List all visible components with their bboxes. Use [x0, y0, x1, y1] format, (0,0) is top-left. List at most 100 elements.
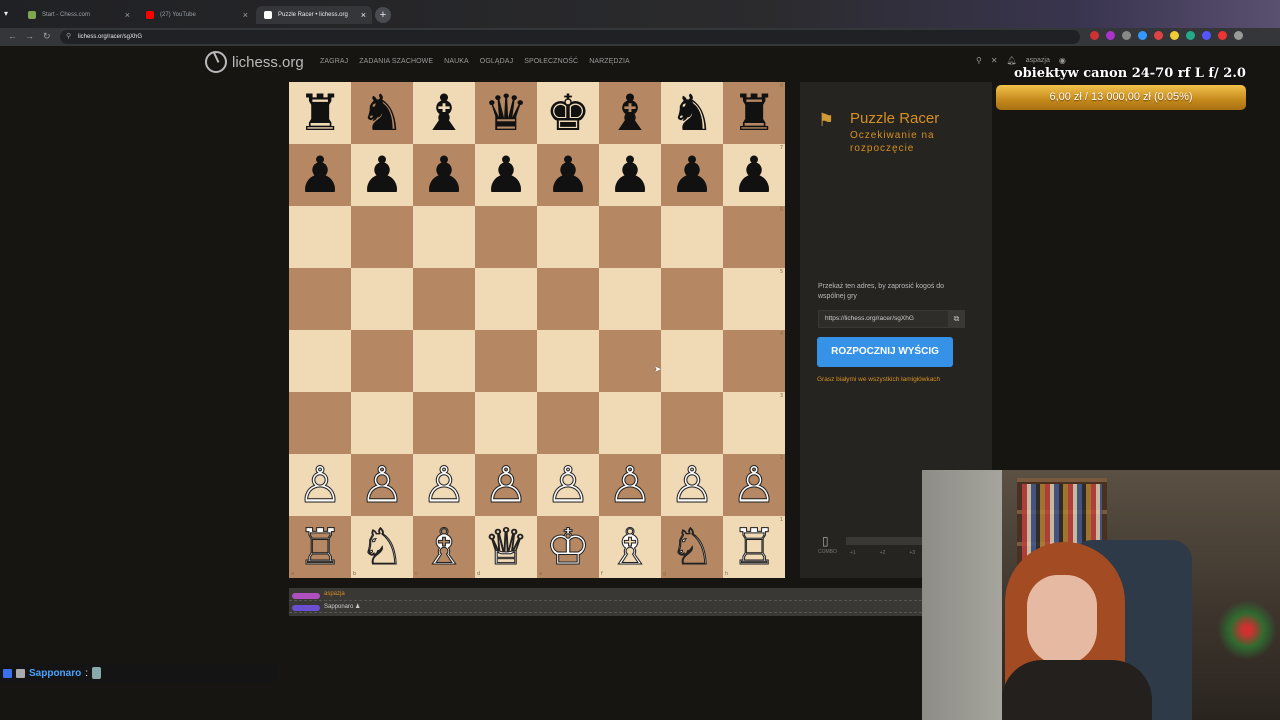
nav-play[interactable]: ZAGRAJ	[320, 58, 348, 65]
black-piece[interactable]: ♟	[546, 150, 591, 200]
nav-watch[interactable]: OGLĄDAJ	[480, 58, 513, 65]
white-piece[interactable]: ♙	[669, 460, 715, 511]
extension-icon[interactable]	[1234, 31, 1243, 40]
close-tab-icon[interactable]: ×	[125, 6, 130, 24]
square-b4[interactable]	[351, 330, 413, 392]
black-piece[interactable]: ♝	[422, 88, 467, 138]
white-piece[interactable]: ♙	[359, 460, 405, 511]
square-d7[interactable]: ♟	[475, 144, 537, 206]
square-b6[interactable]	[351, 206, 413, 268]
white-piece[interactable]: ♖	[297, 522, 343, 573]
square-e3[interactable]	[537, 392, 599, 454]
square-e7[interactable]: ♟	[537, 144, 599, 206]
square-a6[interactable]	[289, 206, 351, 268]
extension-icon[interactable]	[1090, 31, 1099, 40]
square-h4[interactable]: 4	[723, 330, 785, 392]
extension-icon[interactable]	[1138, 31, 1147, 40]
white-piece[interactable]: ♙	[483, 460, 529, 511]
square-b7[interactable]: ♟	[351, 144, 413, 206]
start-race-button[interactable]: ROZPOCZNIJ WYŚCIG	[817, 337, 953, 367]
black-piece[interactable]: ♟	[422, 150, 467, 200]
square-h2[interactable]: ♙ 2	[723, 454, 785, 516]
site-logo[interactable]: lichess.org	[205, 51, 304, 73]
square-g2[interactable]: ♙	[661, 454, 723, 516]
white-piece[interactable]: ♘	[669, 522, 715, 573]
close-icon[interactable]: ✕	[991, 56, 998, 65]
square-g5[interactable]	[661, 268, 723, 330]
square-d1[interactable]: ♕ d	[475, 516, 537, 578]
black-piece[interactable]: ♞	[670, 88, 715, 138]
site-info-icon[interactable]: ⚲	[66, 30, 71, 44]
square-f8[interactable]: ♝	[599, 82, 661, 144]
square-f2[interactable]: ♙	[599, 454, 661, 516]
square-a5[interactable]	[289, 268, 351, 330]
square-c4[interactable]	[413, 330, 475, 392]
square-b1[interactable]: ♘ b	[351, 516, 413, 578]
extension-icon[interactable]	[1202, 31, 1211, 40]
square-a2[interactable]: ♙	[289, 454, 351, 516]
black-piece[interactable]: ♛	[484, 88, 529, 138]
square-h7[interactable]: ♟ 7	[723, 144, 785, 206]
square-h8[interactable]: ♜ 8	[723, 82, 785, 144]
square-h3[interactable]: 3	[723, 392, 785, 454]
black-piece[interactable]: ♞	[360, 88, 405, 138]
nav-puzzles[interactable]: ZADANIA SZACHOWE	[359, 58, 433, 65]
white-piece[interactable]: ♙	[297, 460, 343, 511]
square-g4[interactable]	[661, 330, 723, 392]
square-g1[interactable]: ♘ g	[661, 516, 723, 578]
black-piece[interactable]: ♜	[732, 88, 777, 138]
square-c7[interactable]: ♟	[413, 144, 475, 206]
white-piece[interactable]: ♕	[483, 522, 529, 573]
forward-icon[interactable]: →	[25, 31, 34, 41]
square-a1[interactable]: ♖ a	[289, 516, 351, 578]
square-e2[interactable]: ♙	[537, 454, 599, 516]
square-a7[interactable]: ♟	[289, 144, 351, 206]
address-bar[interactable]: ⚲ lichess.org/racer/sgXhG	[60, 30, 1080, 44]
square-e8[interactable]: ♚	[537, 82, 599, 144]
square-e6[interactable]	[537, 206, 599, 268]
white-piece[interactable]: ♗	[421, 522, 467, 573]
white-piece[interactable]: ♖	[731, 522, 777, 573]
extension-icon[interactable]	[1170, 31, 1179, 40]
square-a3[interactable]	[289, 392, 351, 454]
square-d6[interactable]	[475, 206, 537, 268]
reload-icon[interactable]: ↻	[43, 31, 51, 42]
black-piece[interactable]: ♚	[546, 88, 591, 138]
square-e5[interactable]	[537, 268, 599, 330]
close-tab-icon[interactable]: ×	[361, 6, 366, 24]
invite-url-field[interactable]: https://lichess.org/racer/sgXhG	[818, 310, 949, 328]
square-c8[interactable]: ♝	[413, 82, 475, 144]
square-a4[interactable]	[289, 330, 351, 392]
extension-icon[interactable]	[1122, 31, 1131, 40]
square-d4[interactable]	[475, 330, 537, 392]
square-h5[interactable]: 5	[723, 268, 785, 330]
close-tab-icon[interactable]: ×	[243, 6, 248, 24]
white-piece[interactable]: ♙	[545, 460, 591, 511]
square-d8[interactable]: ♛	[475, 82, 537, 144]
square-b8[interactable]: ♞	[351, 82, 413, 144]
nav-community[interactable]: SPOŁECZNOŚĆ	[524, 58, 578, 65]
black-piece[interactable]: ♟	[608, 150, 653, 200]
black-piece[interactable]: ♟	[670, 150, 715, 200]
black-piece[interactable]: ♟	[298, 150, 343, 200]
chess-board[interactable]: ♜ ♞ ♝ ♛ ♚ ♝ ♞ ♜ 8 ♟ ♟ ♟ ♟ ♟ ♟ ♟ ♟ 7 6 5 4 3 ♙ ♙ ♙ ♙ ♙ ♙ ♙ ♙ 2 ♖ a ♘ b ♗ c ♕ d ♔…	[289, 82, 785, 578]
black-piece[interactable]: ♝	[608, 88, 653, 138]
white-piece[interactable]: ♗	[607, 522, 653, 573]
square-e4[interactable]	[537, 330, 599, 392]
square-f4[interactable]	[599, 330, 661, 392]
square-f3[interactable]	[599, 392, 661, 454]
white-piece[interactable]: ♘	[359, 522, 405, 573]
copy-url-button[interactable]: ⧉	[948, 310, 965, 328]
square-a8[interactable]: ♜	[289, 82, 351, 144]
square-c3[interactable]	[413, 392, 475, 454]
black-piece[interactable]: ♟	[360, 150, 405, 200]
square-f7[interactable]: ♟	[599, 144, 661, 206]
black-piece[interactable]: ♜	[298, 88, 343, 138]
white-piece[interactable]: ♙	[421, 460, 467, 511]
extension-icon[interactable]	[1186, 31, 1195, 40]
square-d5[interactable]	[475, 268, 537, 330]
tab-puzzle-racer[interactable]: Puzzle Racer • lichess.org ×	[256, 6, 372, 24]
square-e1[interactable]: ♔ e	[537, 516, 599, 578]
square-f6[interactable]	[599, 206, 661, 268]
square-g3[interactable]	[661, 392, 723, 454]
